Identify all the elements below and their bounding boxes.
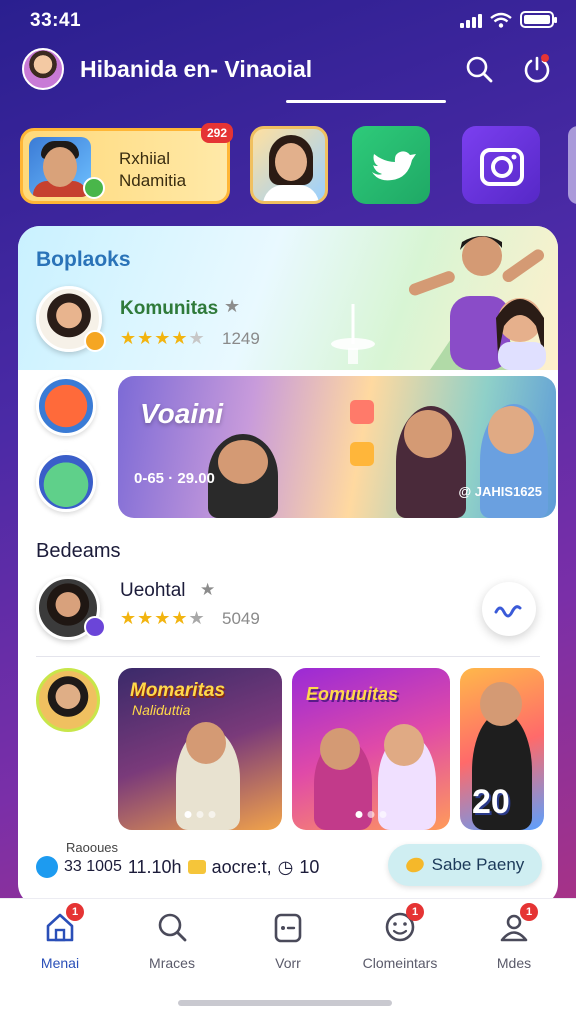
carousel-dots <box>355 811 387 818</box>
story-card-line1: Rxhiial <box>119 149 171 168</box>
nav-item-home[interactable]: 1 Menai <box>10 903 110 989</box>
footer-count: 10 <box>299 856 320 877</box>
tower-illustration <box>331 304 375 364</box>
profile-name[interactable]: Ueohtal <box>120 580 186 602</box>
favorite-star-icon[interactable]: ★ <box>200 580 215 600</box>
status-time: 33:41 <box>30 10 82 31</box>
hero-people-illustration <box>408 236 546 370</box>
save-button[interactable]: Sabe Paeny <box>388 844 542 886</box>
footer-label: Raooues <box>66 840 119 855</box>
nav-item-profile[interactable]: 1 Mdes <box>464 903 564 989</box>
feed-card: Boplaoks Komunitas ★ ★★★★★ 1249 Voaini 0… <box>18 226 558 906</box>
music-note-icon <box>350 442 374 466</box>
media-person-face <box>186 722 226 764</box>
section-title: Boplaoks <box>36 248 131 271</box>
box-icon <box>274 913 302 943</box>
nav-badge: 1 <box>520 903 538 921</box>
media-subtitle: Naliduttia <box>132 702 191 718</box>
nav-label: Menai <box>40 955 80 971</box>
profile-rating: ★★★★★ <box>120 328 206 348</box>
status-bar: 33:41 <box>0 0 576 40</box>
banner-right-text: @ JAHIS1625 <box>458 484 543 499</box>
signal-icon <box>460 12 482 28</box>
wave-icon <box>494 605 522 618</box>
more-options-button[interactable] <box>482 582 536 636</box>
save-button-label: Sabe Paeny <box>431 855 525 874</box>
promo-banner[interactable]: Voaini 0-65 · 29.00 @ JAHIS1625 <box>118 376 556 518</box>
nav-item-comments[interactable]: 1 Clomeintars <box>350 903 450 989</box>
wifi-icon <box>490 12 512 28</box>
media-person-face <box>384 724 424 766</box>
hero-section: Boplaoks Komunitas ★ ★★★★★ 1249 <box>18 226 558 370</box>
share-icon <box>36 856 58 878</box>
profile-avatar[interactable] <box>36 668 100 732</box>
story-card-featured[interactable]: Rxhiial Ndamitia 292 <box>20 123 233 204</box>
story-tile-partial[interactable] <box>568 126 576 204</box>
camera-icon <box>480 148 524 186</box>
story-card-line2: Ndamitia <box>119 171 187 190</box>
stories-row: Rxhiial Ndamitia 292 <box>0 122 576 208</box>
banner-person-face <box>218 440 268 484</box>
story-tile-photo[interactable] <box>250 126 328 204</box>
media-title: Momaritas <box>130 680 226 701</box>
search-icon <box>158 913 187 942</box>
nav-item-box[interactable]: Vorr <box>238 909 338 989</box>
nav-label: Mraces <box>149 955 195 971</box>
section-title: Bedeams <box>36 540 121 562</box>
media-card[interactable]: Momaritas Naliduttia <box>118 668 282 830</box>
divider <box>36 656 540 657</box>
footer-info: 33 1005 11.10h aocre:t, ◷ 10 <box>36 856 319 878</box>
media-person-face <box>320 728 360 770</box>
app-header: Hibanida en- Vinaoial <box>0 40 576 104</box>
banner-person-face <box>488 406 534 454</box>
music-note-icon <box>350 400 374 424</box>
media-card[interactable]: Eomuuitas <box>292 668 450 830</box>
story-count-badge: 292 <box>200 123 233 143</box>
app-title: Hibanida en- Vinaoial <box>80 56 313 82</box>
nav-badge: 1 <box>66 903 84 921</box>
nav-label: Vorr <box>275 955 301 971</box>
nav-label: Clomeintars <box>362 955 438 971</box>
timer-icon: ◷ <box>277 856 294 877</box>
footer-codes: 33 1005 <box>64 858 122 875</box>
carousel-dots <box>184 811 216 818</box>
story-photo <box>29 137 91 197</box>
side-avatar-green[interactable] <box>36 452 96 512</box>
story-tile-bird[interactable] <box>352 126 430 204</box>
story-tile-camera[interactable] <box>462 126 540 204</box>
power-icon[interactable] <box>520 52 554 86</box>
footer-text: aocre:t, <box>211 856 272 877</box>
banner-person-face <box>404 410 452 458</box>
verified-badge-icon <box>84 330 106 352</box>
bird-icon <box>372 151 416 181</box>
user-avatar[interactable] <box>22 48 64 90</box>
profile-rating-count: 1249 <box>222 329 260 348</box>
search-icon[interactable] <box>462 52 496 86</box>
nav-item-search[interactable]: Mraces <box>122 909 222 989</box>
media-title: Eomuuitas <box>306 684 399 704</box>
verified-badge-icon <box>84 616 106 638</box>
banner-title: Voaini <box>140 398 223 429</box>
ticket-icon <box>187 860 206 874</box>
side-avatar-orange[interactable] <box>36 376 96 436</box>
favorite-star-icon[interactable]: ★ <box>224 296 240 317</box>
banner-left-text: 0-65 · 29.00 <box>134 470 215 487</box>
nav-badge: 1 <box>406 903 424 921</box>
leaf-icon <box>403 855 426 875</box>
media-person-face <box>480 682 522 726</box>
media-card[interactable]: 20 <box>460 668 544 830</box>
profile-rating: ★★★★★ <box>120 608 206 628</box>
footer-time: 11.10h <box>127 856 182 877</box>
nav-label: Mdes <box>496 955 532 971</box>
header-tab-indicator <box>286 100 446 103</box>
profile-name[interactable]: Komunitas <box>120 298 218 320</box>
story-badge-icon <box>83 177 105 199</box>
home-indicator[interactable] <box>178 1000 392 1006</box>
battery-icon <box>520 11 557 28</box>
profile-rating-count: 5049 <box>222 609 260 628</box>
status-icons <box>460 11 557 28</box>
media-big-number: 20 <box>472 783 510 821</box>
